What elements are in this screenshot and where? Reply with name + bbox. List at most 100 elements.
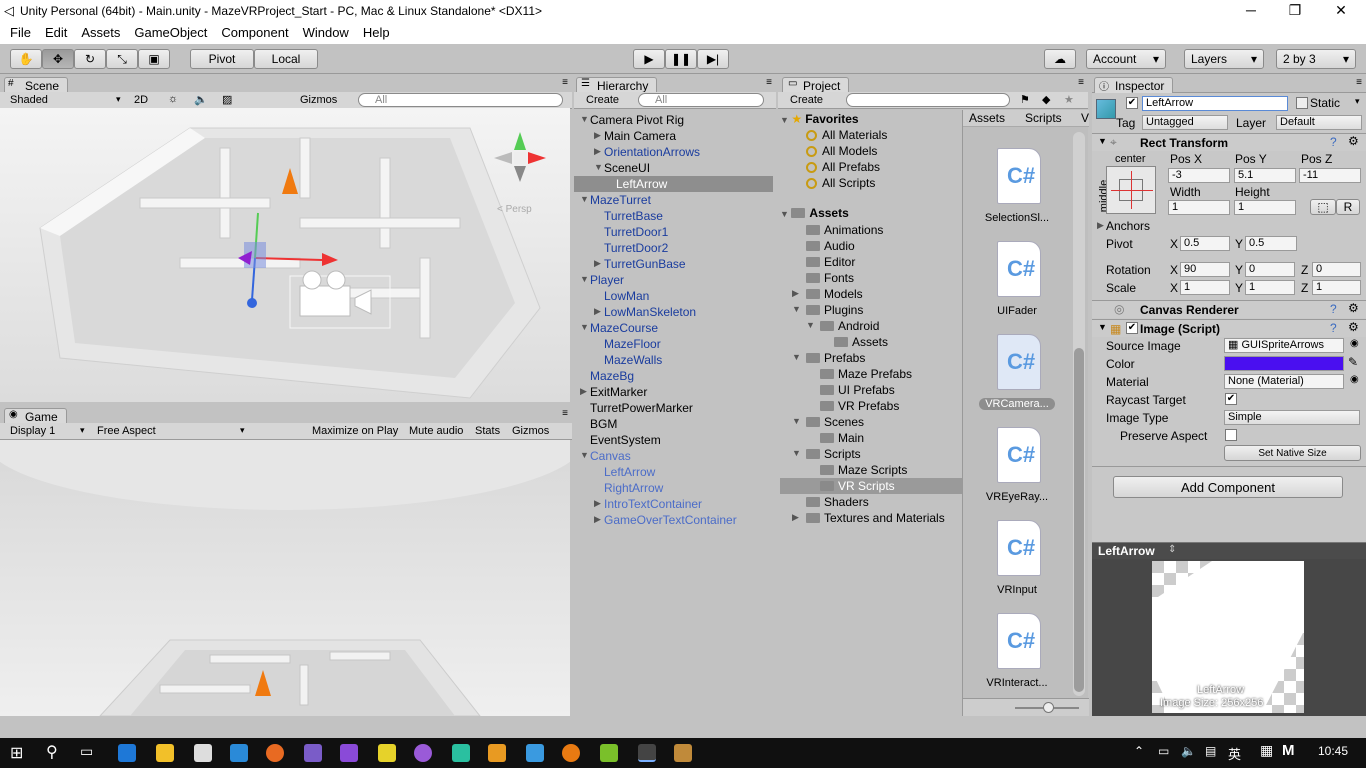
anchor-preset-button[interactable] [1106,166,1156,214]
image-type-dropdown[interactable]: Simple [1224,410,1360,425]
hierarchy-item[interactable]: ▶ IntroTextContainer [576,496,773,512]
lighting-icon[interactable]: ☼ [168,93,178,105]
hand-tool-button[interactable]: ✋ [10,49,42,69]
hierarchy-item[interactable]: ▶ GameOverTextContainer [576,512,773,528]
hierarchy-item[interactable]: MazeWalls [576,352,773,368]
volume-icon[interactable]: 🔈 [1181,744,1196,758]
blueprint-mode-button[interactable]: ⬚ [1310,199,1336,215]
project-create-dropdown[interactable]: Create [790,94,823,106]
tree-arrow-icon[interactable]: ▼ [792,416,801,426]
menu-gameobject[interactable]: GameObject [132,24,213,44]
folder-item[interactable]: ▼ Prefabs [780,350,962,366]
component-gear-icon[interactable]: ⚙ [1348,320,1359,334]
effects-icon[interactable]: ▨ [222,93,232,106]
script-file-icon[interactable]: C# [997,334,1041,390]
preview-header[interactable]: LeftArrow ⇕ [1092,542,1366,559]
mute-audio-toggle[interactable]: Mute audio [409,425,463,437]
image-script-header[interactable]: ▼ ▦ ✔ Image (Script) ? ⚙ [1092,319,1366,337]
hierarchy-item[interactable]: TurretDoor2 [576,240,773,256]
folder-item[interactable]: VR Scripts [780,478,962,494]
hierarchy-item[interactable]: ▼ SceneUI [576,160,773,176]
filter-type-icon[interactable]: ⚑ [1020,93,1030,106]
hierarchy-item[interactable]: LowMan [576,288,773,304]
filter-label-icon[interactable]: ◆ [1042,93,1050,106]
input-method-icon[interactable]: ▦ [1260,742,1273,759]
panel-menu-icon[interactable]: ≡ [766,77,772,88]
rect-tool-button[interactable]: ▣ [138,49,170,69]
favorite-item[interactable]: All Scripts [780,176,962,192]
material-field[interactable]: None (Material) [1224,374,1344,389]
game-viewport[interactable] [0,440,570,716]
pivot-y-field[interactable]: 0.5 [1245,236,1297,251]
move-tool-button[interactable]: ✥ [42,49,74,69]
script-file-icon[interactable]: C# [997,520,1041,576]
tree-arrow-icon[interactable]: ▼ [792,304,801,314]
folder-item[interactable]: VR Prefabs [780,398,962,414]
maximize-on-play-toggle[interactable]: Maximize on Play [312,425,398,437]
scrollbar-thumb[interactable] [1074,348,1084,692]
script-file-icon[interactable]: C# [997,241,1041,297]
pivot-x-field[interactable]: 0.5 [1180,236,1230,251]
unity-taskbar-icon[interactable] [638,744,656,762]
object-picker-icon[interactable]: ◉ [1350,338,1359,349]
folder-item[interactable]: ▼ Scripts [780,446,962,462]
tree-arrow-icon[interactable]: ▼ [580,114,589,124]
script-file-label[interactable]: VRInteract... [977,677,1057,689]
tree-arrow-icon[interactable]: ▼ [594,162,603,172]
posz-field[interactable]: -11 [1299,168,1361,183]
expand-arrow-icon[interactable]: ▶ [1097,220,1104,231]
eyedropper-icon[interactable]: ✎ [1348,355,1358,369]
purple-app-icon[interactable] [414,744,432,762]
folder-item[interactable]: Animations [780,222,962,238]
account-dropdown[interactable]: Account ▾ [1086,49,1166,69]
layers-dropdown[interactable]: Layers ▾ [1184,49,1264,69]
menu-file[interactable]: File [8,24,37,44]
hierarchy-item[interactable]: TurretBase [576,208,773,224]
files-scrollbar[interactable] [1073,132,1085,696]
menu-window[interactable]: Window [301,24,355,44]
height-field[interactable]: 1 [1234,200,1296,215]
hierarchy-item[interactable]: MazeBg [576,368,773,384]
folder-item[interactable]: Maze Prefabs [780,366,962,382]
2d-toggle[interactable]: 2D [134,94,148,106]
collab-button[interactable]: ☁ [1044,49,1076,69]
tree-arrow-icon[interactable]: ▶ [594,498,601,509]
stats-toggle[interactable]: Stats [475,425,500,437]
tree-arrow-icon[interactable]: ▼ [806,320,815,330]
collapse-arrow-icon[interactable]: ▼ [1098,136,1107,146]
tree-arrow-icon[interactable]: ▶ [594,130,601,141]
pivot-toggle[interactable]: Pivot [190,49,254,69]
script-file-icon[interactable]: C# [997,613,1041,669]
scene-viewport[interactable]: < Persp [0,108,570,402]
folder-item[interactable]: ▶ Models [780,286,962,302]
step-button[interactable]: ▶| [697,49,729,69]
hierarchy-item[interactable]: ▶ OrientationArrows [576,144,773,160]
favorite-item[interactable]: All Models [780,144,962,160]
clock[interactable]: 10:45 [1318,744,1348,758]
dropdown-arrow-icon[interactable]: ▾ [1355,96,1360,107]
display-dropdown[interactable]: Display 1 [10,425,55,437]
task-view-icon[interactable]: ▭ [80,743,93,760]
package-app-icon[interactable] [488,744,506,762]
rot-x-field[interactable]: 90 [1180,262,1230,277]
minimize-button[interactable]: ─ [1228,2,1274,18]
rot-y-field[interactable]: 0 [1245,262,1295,277]
raycast-target-checkbox[interactable]: ✔ [1225,393,1237,405]
raw-edit-button[interactable]: R [1336,199,1360,215]
posx-field[interactable]: -3 [1168,168,1230,183]
menu-help[interactable]: Help [361,24,396,44]
preserve-aspect-checkbox[interactable] [1225,429,1237,441]
add-component-button[interactable]: Add Component [1113,476,1343,498]
hierarchy-item[interactable]: ▶ LowManSkeleton [576,304,773,320]
script-file-label[interactable]: UIFader [977,305,1057,317]
help-icon[interactable]: ? [1330,302,1337,316]
panel-menu-icon[interactable]: ≡ [562,408,568,419]
firefox-icon[interactable] [266,744,284,762]
maximize-button[interactable]: ❐ [1272,2,1318,19]
tree-arrow-icon[interactable]: ▶ [594,146,601,157]
tag-dropdown[interactable]: Untagged [1142,115,1228,130]
hierarchy-item[interactable]: ▼ Player [576,272,773,288]
menu-assets[interactable]: Assets [79,24,126,44]
object-picker-icon[interactable]: ◉ [1350,374,1359,385]
scale-x-field[interactable]: 1 [1180,280,1230,295]
